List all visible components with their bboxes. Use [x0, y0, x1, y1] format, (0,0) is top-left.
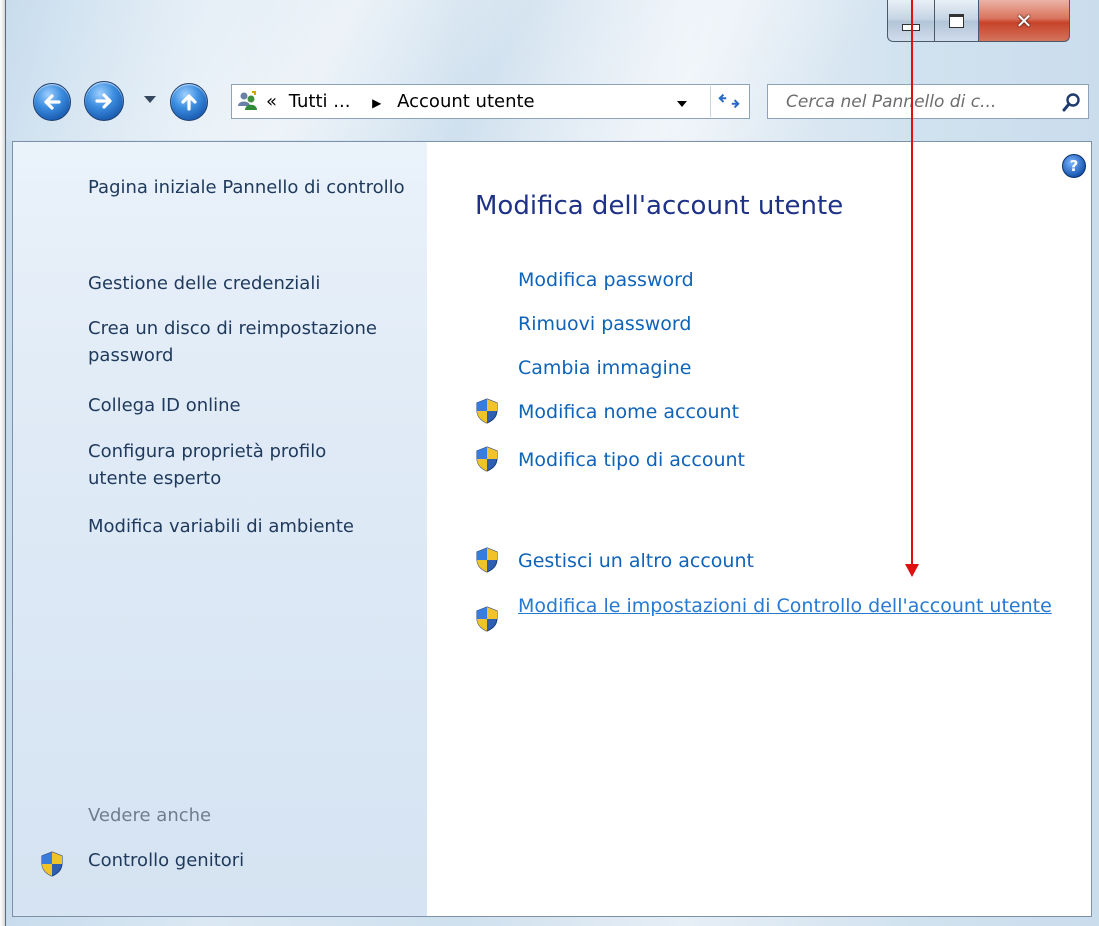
close-button[interactable]: ✕ — [978, 0, 1070, 42]
address-history-dropdown[interactable] — [677, 101, 687, 107]
search-icon[interactable] — [1062, 92, 1082, 112]
breadcrumb-item-current[interactable]: Account utente — [397, 91, 534, 112]
search-box[interactable] — [767, 84, 1089, 119]
maximize-icon — [949, 13, 964, 28]
uac-shield-icon — [476, 606, 498, 632]
sidebar-item-control-panel-home[interactable]: Pagina iniziale Pannello di controllo — [88, 174, 418, 201]
sidebar-item-environment-variables[interactable]: Modifica variabili di ambiente — [88, 513, 418, 540]
close-icon: ✕ — [1015, 8, 1033, 33]
sidebar-item-link-online-id[interactable]: Collega ID online — [88, 392, 418, 419]
task-uac-settings[interactable]: Modifica le impostazioni di Controllo de… — [518, 592, 1058, 620]
content-area: Pagina iniziale Pannello di controllo Ge… — [12, 141, 1092, 917]
uac-shield-icon — [41, 851, 63, 877]
see-also-heading: Vedere anche — [88, 805, 212, 826]
uac-shield-icon — [476, 446, 498, 472]
refresh-icon — [718, 93, 740, 109]
sidebar-item-password-reset-disk[interactable]: Crea un disco di reimpostazione password — [88, 315, 378, 369]
task-manage-another-account[interactable]: Gestisci un altro account — [518, 547, 1063, 575]
sidebar-item-credential-manager[interactable]: Gestione delle credenziali — [88, 270, 418, 297]
task-change-account-name[interactable]: Modifica nome account — [518, 398, 1063, 426]
back-button[interactable] — [33, 83, 71, 121]
uac-shield-icon — [476, 398, 498, 424]
control-panel-window: ✕ « Tutti ... ▶ Account utente Cerca nel… — [0, 0, 1099, 926]
breadcrumb: « Tutti ... ▶ Account utente — [266, 91, 535, 112]
breadcrumb-item-parent[interactable]: Tutti ... — [289, 91, 351, 112]
refresh-button[interactable] — [716, 88, 742, 114]
task-change-picture[interactable]: Cambia immagine — [518, 354, 1063, 382]
page-title: Modifica dell'account utente — [475, 191, 844, 221]
annotation-arrow-head — [905, 564, 919, 577]
breadcrumb-overflow[interactable]: « — [266, 91, 277, 112]
maximize-button[interactable] — [934, 0, 979, 42]
search-input[interactable] — [768, 85, 1066, 118]
back-arrow-icon — [44, 94, 61, 110]
address-divider — [710, 86, 711, 117]
annotation-arrow-line — [911, 0, 913, 567]
help-icon[interactable]: ? — [1062, 154, 1086, 178]
task-change-account-type[interactable]: Modifica tipo di account — [518, 446, 1063, 474]
address-bar[interactable]: « Tutti ... ▶ Account utente — [231, 84, 750, 119]
task-change-password[interactable]: Modifica password — [518, 266, 1063, 294]
up-arrow-icon — [181, 94, 197, 111]
sidebar-item-parental-controls[interactable]: Controllo genitori — [88, 850, 244, 871]
tasks-pane: Pagina iniziale Pannello di controllo Ge… — [13, 142, 427, 916]
uac-shield-icon — [476, 547, 498, 573]
forward-arrow-icon — [95, 93, 112, 109]
breadcrumb-separator-icon[interactable]: ▶ — [372, 96, 381, 110]
task-remove-password[interactable]: Rimuovi password — [518, 310, 1063, 338]
recent-pages-dropdown[interactable] — [144, 96, 156, 103]
sidebar-item-advanced-profile[interactable]: Configura proprietà profilo utente esper… — [88, 438, 383, 492]
forward-button[interactable] — [84, 81, 124, 121]
up-button[interactable] — [170, 83, 208, 121]
user-accounts-icon — [238, 91, 257, 110]
